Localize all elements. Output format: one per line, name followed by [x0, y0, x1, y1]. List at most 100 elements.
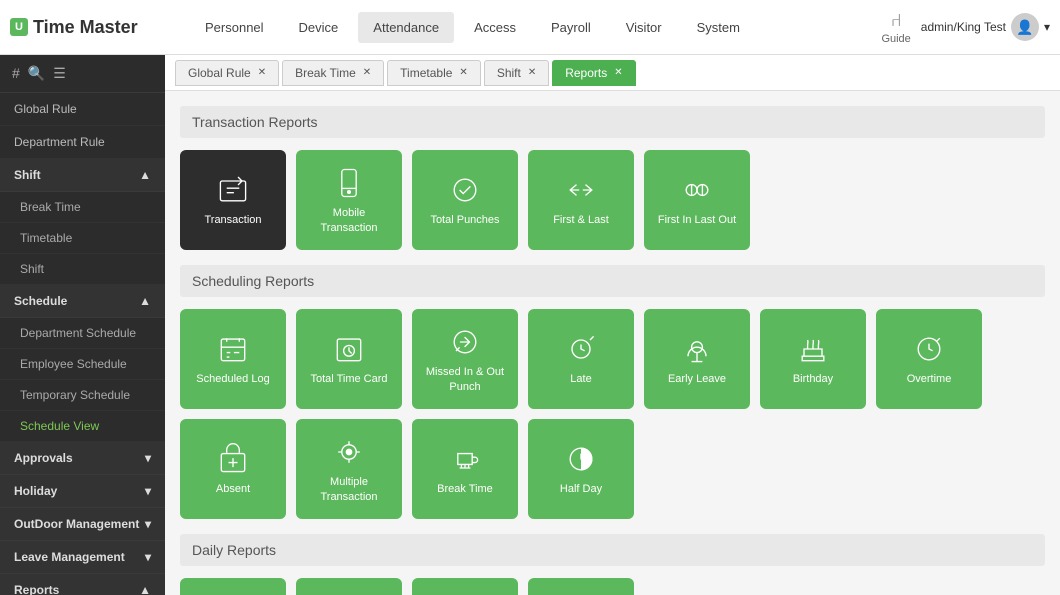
- tag-icon[interactable]: #: [12, 65, 20, 82]
- transaction-icon: [215, 172, 251, 208]
- guide-button[interactable]: ⑁ Guide: [881, 10, 910, 45]
- app-logo[interactable]: U Time Master: [10, 17, 170, 38]
- tab-break-time-close[interactable]: ✕: [363, 67, 371, 78]
- half-day-icon: [563, 441, 599, 477]
- card-first-in-last-out[interactable]: First In Last Out: [644, 150, 750, 250]
- search-icon[interactable]: 🔍: [28, 65, 45, 82]
- nav-items: Personnel Device Attendance Access Payro…: [190, 12, 881, 43]
- scheduled-log-icon: [215, 331, 251, 367]
- tab-global-rule-close[interactable]: ✕: [258, 67, 266, 78]
- tab-timetable-label: Timetable: [400, 66, 452, 80]
- card-missed-in-out[interactable]: Missed In & Out Punch: [412, 309, 518, 409]
- sidebar-header-schedule[interactable]: Schedule ▲: [0, 285, 165, 318]
- sidebar-reports-chevron: ▲: [139, 583, 151, 595]
- content-area: Global Rule ✕ Break Time ✕ Timetable ✕ S…: [165, 55, 1060, 595]
- card-mobile-transaction[interactable]: Mobile Transaction: [296, 150, 402, 250]
- scheduling-cards: Scheduled Log Total Time Card Missed In …: [180, 309, 1045, 519]
- nav-system[interactable]: System: [682, 12, 755, 43]
- card-total-time-card[interactable]: Total Time Card: [296, 309, 402, 409]
- sidebar-item-temp-schedule[interactable]: Temporary Schedule: [0, 380, 165, 411]
- card-early-leave-label: Early Leave: [668, 372, 726, 386]
- tab-global-rule[interactable]: Global Rule ✕: [175, 60, 279, 86]
- sidebar-item-department-rule[interactable]: Department Rule: [0, 126, 165, 159]
- card-multiple-transaction-label: Multiple Transaction: [304, 475, 394, 504]
- card-daily-attendance[interactable]: Daily Attendance: [180, 578, 286, 595]
- tab-shift-close[interactable]: ✕: [528, 67, 536, 78]
- card-daily-status[interactable]: Daily Status: [528, 578, 634, 595]
- nav-device[interactable]: Device: [284, 12, 354, 43]
- sidebar-header-holiday[interactable]: Holiday ▾: [0, 475, 165, 508]
- sidebar-item-schedule-view[interactable]: Schedule View: [0, 411, 165, 442]
- total-time-card-icon: [331, 331, 367, 367]
- tab-reports[interactable]: Reports ✕: [552, 60, 635, 86]
- birthday-icon: [795, 331, 831, 367]
- card-first-last-label: First & Last: [553, 213, 609, 227]
- sidebar-leave-chevron: ▾: [145, 550, 151, 564]
- tab-shift[interactable]: Shift ✕: [484, 60, 549, 86]
- sidebar-item-shift[interactable]: Shift: [0, 254, 165, 285]
- card-scheduled-log[interactable]: Scheduled Log: [180, 309, 286, 409]
- card-multiple-transaction[interactable]: Multiple Transaction: [296, 419, 402, 519]
- card-daily-summary[interactable]: Daily Summary: [412, 578, 518, 595]
- mobile-transaction-icon: [331, 165, 367, 201]
- card-total-time-card-label: Total Time Card: [310, 372, 387, 386]
- tab-break-time[interactable]: Break Time ✕: [282, 60, 384, 86]
- list-icon[interactable]: ☰: [53, 65, 66, 82]
- user-avatar: 👤: [1011, 13, 1039, 41]
- logo-box: U: [10, 18, 28, 36]
- card-total-punches[interactable]: Total Punches: [412, 150, 518, 250]
- card-absent[interactable]: Absent: [180, 419, 286, 519]
- nav-access[interactable]: Access: [459, 12, 531, 43]
- card-transaction[interactable]: Transaction: [180, 150, 286, 250]
- card-birthday[interactable]: Birthday: [760, 309, 866, 409]
- tab-timetable-close[interactable]: ✕: [459, 67, 467, 78]
- tab-timetable[interactable]: Timetable ✕: [387, 60, 481, 86]
- card-late-label: Late: [570, 372, 591, 386]
- first-in-last-out-icon: [679, 172, 715, 208]
- absent-icon: [215, 441, 251, 477]
- nav-personnel[interactable]: Personnel: [190, 12, 279, 43]
- sidebar-schedule-label: Schedule: [14, 294, 67, 308]
- early-leave-icon: [679, 331, 715, 367]
- first-last-icon: [563, 172, 599, 208]
- sidebar-header-reports[interactable]: Reports ▲: [0, 574, 165, 595]
- sidebar-approvals-chevron: ▾: [145, 451, 151, 465]
- top-navigation: U Time Master Personnel Device Attendanc…: [0, 0, 1060, 55]
- card-break-time[interactable]: Break Time: [412, 419, 518, 519]
- sidebar-outdoor-label: OutDoor Management: [14, 517, 139, 531]
- overtime-icon: [911, 331, 947, 367]
- card-overtime[interactable]: Overtime: [876, 309, 982, 409]
- user-info[interactable]: admin/King Test 👤 ▾: [921, 13, 1050, 41]
- sidebar-item-break-time[interactable]: Break Time: [0, 192, 165, 223]
- sidebar-holiday-chevron: ▾: [145, 484, 151, 498]
- nav-payroll[interactable]: Payroll: [536, 12, 606, 43]
- card-scheduled-log-label: Scheduled Log: [196, 372, 269, 386]
- sidebar-item-employee-schedule[interactable]: Employee Schedule: [0, 349, 165, 380]
- card-total-punches-label: Total Punches: [430, 213, 499, 227]
- card-overtime-label: Overtime: [907, 372, 952, 386]
- sidebar-header-outdoor[interactable]: OutDoor Management ▾: [0, 508, 165, 541]
- nav-attendance[interactable]: Attendance: [358, 12, 454, 43]
- card-first-last[interactable]: First & Last: [528, 150, 634, 250]
- tab-reports-close[interactable]: ✕: [614, 67, 622, 78]
- card-half-day[interactable]: Half Day: [528, 419, 634, 519]
- sidebar-header-leave[interactable]: Leave Management ▾: [0, 541, 165, 574]
- card-late[interactable]: Late: [528, 309, 634, 409]
- card-absent-label: Absent: [216, 482, 250, 496]
- card-early-leave[interactable]: Early Leave: [644, 309, 750, 409]
- sidebar-item-timetable[interactable]: Timetable: [0, 223, 165, 254]
- sidebar-header-approvals[interactable]: Approvals ▾: [0, 442, 165, 475]
- scheduling-section-title: Scheduling Reports: [180, 265, 1045, 297]
- daily-section-title: Daily Reports: [180, 534, 1045, 566]
- missed-in-out-icon: [447, 324, 483, 360]
- sidebar-item-global-rule[interactable]: Global Rule: [0, 93, 165, 126]
- nav-visitor[interactable]: Visitor: [611, 12, 677, 43]
- card-daily-details[interactable]: Daily Details: [296, 578, 402, 595]
- sidebar-item-dept-schedule[interactable]: Department Schedule: [0, 318, 165, 349]
- logo-text: Time Master: [33, 17, 138, 38]
- sidebar-shift-label: Shift: [14, 168, 41, 182]
- sidebar-outdoor-chevron: ▾: [145, 517, 151, 531]
- sidebar-approvals-label: Approvals: [14, 451, 73, 465]
- sidebar-header-shift[interactable]: Shift ▲: [0, 159, 165, 192]
- main-layout: # 🔍 ☰ Global Rule Department Rule Shift …: [0, 55, 1060, 595]
